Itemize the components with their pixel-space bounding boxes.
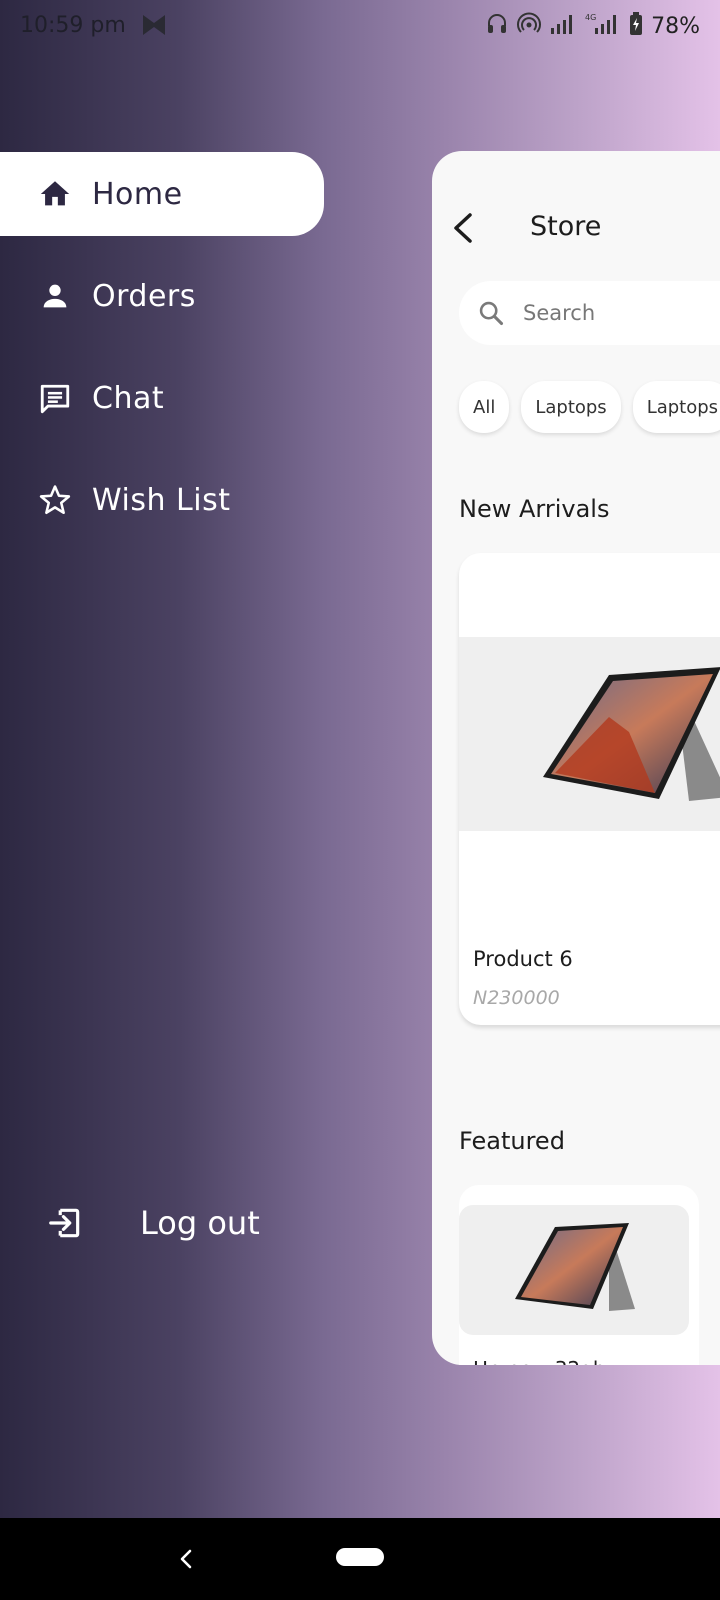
- menu-item-orders[interactable]: Orders: [0, 254, 324, 338]
- search-bar[interactable]: [459, 281, 720, 345]
- menu-item-label: Wish List: [92, 482, 231, 518]
- chat-icon: [38, 381, 72, 415]
- menu-item-home[interactable]: Home: [0, 152, 324, 236]
- battery-percent: 78%: [651, 13, 700, 39]
- logout-label: Log out: [140, 1204, 260, 1242]
- signal-4g-icon: 4G: [585, 12, 621, 40]
- star-icon: [38, 483, 72, 517]
- person-icon: [38, 279, 72, 313]
- product-name: Product 6: [473, 947, 573, 971]
- search-input[interactable]: [523, 301, 720, 325]
- status-time: 10:59 pm: [20, 13, 126, 38]
- menu-item-label: Orders: [92, 278, 196, 314]
- store-header: Store: [432, 151, 720, 271]
- search-icon: [477, 299, 505, 327]
- signal-icon: [549, 12, 577, 40]
- featured-product-image: [459, 1205, 689, 1335]
- category-chip-all[interactable]: All: [459, 381, 510, 433]
- status-bar: 10:59 pm 4G 78%: [0, 0, 720, 52]
- product-price: N230000: [473, 987, 560, 1009]
- category-chip-laptops-2[interactable]: Laptops: [632, 381, 720, 433]
- menu-item-label: Chat: [92, 380, 165, 416]
- store-screen-preview[interactable]: Store All Laptops Laptops New Arrivals: [432, 151, 720, 1365]
- new-arrivals-title: New Arrivals: [459, 495, 610, 523]
- nav-back-icon[interactable]: [176, 1546, 196, 1572]
- featured-title: Featured: [459, 1127, 565, 1155]
- logout-icon: [46, 1204, 84, 1242]
- headphones-icon: [485, 12, 509, 40]
- back-arrow-icon[interactable]: [450, 211, 478, 245]
- logout-button[interactable]: Log out: [46, 1190, 260, 1256]
- battery-icon: [629, 12, 643, 40]
- featured-product-name: Hp new 32gb: [473, 1357, 606, 1365]
- category-chip-laptops[interactable]: Laptops: [521, 381, 621, 433]
- product-card[interactable]: Product 6 N230000: [459, 553, 720, 1025]
- svg-text:4G: 4G: [585, 13, 596, 22]
- product-image: [459, 637, 720, 831]
- menu-item-chat[interactable]: Chat: [0, 356, 324, 440]
- home-icon: [38, 177, 72, 211]
- page-title: Store: [530, 211, 602, 242]
- nav-home-pill[interactable]: [336, 1548, 384, 1566]
- status-icons: 4G 78%: [485, 12, 700, 40]
- menu-item-label: Home: [92, 176, 183, 212]
- hotspot-icon: [517, 12, 542, 40]
- menu-item-wish-list[interactable]: Wish List: [0, 458, 324, 542]
- category-chips: All Laptops Laptops: [459, 381, 720, 433]
- featured-product-card[interactable]: Hp new 32gb: [459, 1185, 699, 1365]
- app-notification-icon: [142, 14, 166, 36]
- system-nav-bar: [0, 1518, 720, 1600]
